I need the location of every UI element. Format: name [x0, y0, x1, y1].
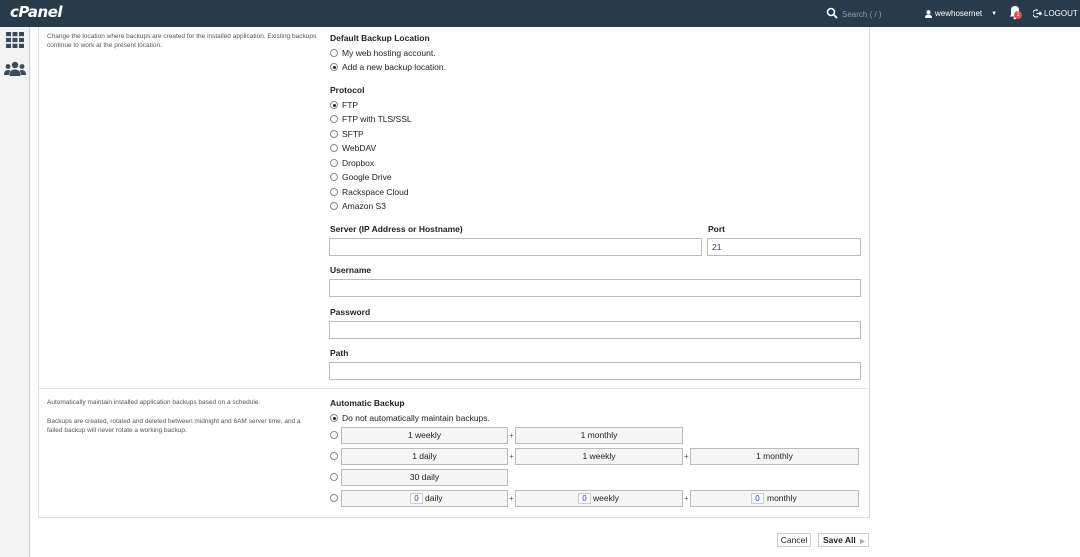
plus-sign: +: [509, 494, 514, 503]
save-all-button[interactable]: Save All ▶: [818, 533, 869, 547]
radio-button[interactable]: [330, 63, 338, 71]
radio-button[interactable]: [330, 130, 338, 138]
plan-2-daily: 1 daily: [341, 448, 508, 465]
path-label: Path: [330, 348, 349, 358]
chevron-down-icon: ▼: [991, 10, 998, 17]
user-icon: [925, 9, 932, 18]
radio-button[interactable]: [330, 101, 338, 109]
cpanel-logo[interactable]: cPanel: [10, 3, 63, 21]
radio-add-new-location[interactable]: Add a new backup location.: [330, 62, 446, 72]
radio-protocol-google-drive[interactable]: Google Drive: [330, 172, 392, 182]
port-input[interactable]: [707, 238, 861, 256]
custom-monthly-input[interactable]: [751, 493, 764, 504]
radio-protocol-amazon-s3[interactable]: Amazon S3: [330, 201, 386, 211]
plus-sign: +: [509, 452, 514, 461]
automatic-backup-description: Automatically maintain installed applica…: [47, 399, 261, 406]
radio-protocol-webdav[interactable]: WebDAV: [330, 143, 376, 153]
radio-button[interactable]: [330, 414, 338, 422]
plan-3-daily: 30 daily: [341, 469, 508, 486]
radio-plan-30-daily[interactable]: [330, 473, 338, 481]
plus-sign: +: [684, 494, 689, 503]
custom-daily-box: daily: [341, 490, 508, 507]
password-input[interactable]: [329, 321, 861, 339]
radio-plan-weekly-monthly[interactable]: [330, 431, 338, 439]
grid-icon[interactable]: [6, 32, 24, 48]
backup-settings-card: Change the location where backups are cr…: [38, 27, 870, 518]
custom-weekly-label: weekly: [593, 493, 619, 503]
user-menu[interactable]: wewhosernet ▼: [925, 9, 997, 18]
sidebar: [0, 27, 30, 557]
radio-protocol-rackspace[interactable]: Rackspace Cloud: [330, 187, 409, 197]
radio-button[interactable]: [330, 159, 338, 167]
automatic-backup-heading: Automatic Backup: [330, 398, 405, 408]
port-label: Port: [708, 224, 725, 234]
custom-daily-input[interactable]: [410, 493, 423, 504]
radio-button[interactable]: [330, 144, 338, 152]
custom-daily-label: daily: [425, 493, 443, 503]
username-input[interactable]: [329, 279, 861, 297]
custom-monthly-label: monthly: [767, 493, 797, 503]
main-content: Change the location where backups are cr…: [31, 27, 1080, 557]
logout-icon: [1033, 9, 1042, 18]
custom-weekly-box: weekly: [515, 490, 683, 507]
radio-my-hosting-account[interactable]: My web hosting account.: [330, 48, 436, 58]
top-navigation-bar: cPanel wewhosernet ▼ 1 LOGOUT: [0, 0, 1080, 27]
radio-button[interactable]: [330, 115, 338, 123]
plus-sign: +: [684, 452, 689, 461]
server-label: Server (IP Address or Hostname): [330, 224, 463, 234]
custom-weekly-input[interactable]: [578, 493, 591, 504]
plan-2-weekly: 1 weekly: [515, 448, 683, 465]
custom-monthly-box: monthly: [690, 490, 859, 507]
radio-button[interactable]: [330, 188, 338, 196]
radio-protocol-ftp[interactable]: FTP: [330, 100, 358, 110]
radio-protocol-dropbox[interactable]: Dropbox: [330, 158, 374, 168]
server-input[interactable]: [329, 238, 702, 256]
path-input[interactable]: [329, 362, 861, 380]
cancel-button[interactable]: Cancel: [777, 533, 811, 547]
protocol-heading: Protocol: [330, 85, 365, 95]
username-label: Username: [330, 265, 372, 275]
notification-badge: 1: [1014, 11, 1022, 19]
search-icon[interactable]: [826, 7, 838, 19]
radio-protocol-sftp[interactable]: SFTP: [330, 129, 364, 139]
plus-sign: +: [509, 431, 514, 440]
password-label: Password: [330, 307, 371, 317]
arrow-right-icon: ▶: [860, 539, 865, 545]
logout-button[interactable]: LOGOUT: [1033, 9, 1078, 18]
radio-button[interactable]: [330, 49, 338, 57]
default-backup-location-heading: Default Backup Location: [330, 33, 430, 43]
radio-protocol-ftp-tls[interactable]: FTP with TLS/SSL: [330, 114, 412, 124]
backup-location-description: Change the location where backups are cr…: [47, 33, 317, 49]
radio-button[interactable]: [330, 202, 338, 210]
plan-1-weekly: 1 weekly: [341, 427, 508, 444]
radio-plan-custom[interactable]: [330, 494, 338, 502]
plan-2-monthly: 1 monthly: [690, 448, 859, 465]
automatic-backup-note: Backups are created, rotated and deleted…: [47, 418, 301, 434]
search-input[interactable]: [842, 8, 912, 20]
username-label: wewhosernet: [935, 9, 983, 18]
plan-1-monthly: 1 monthly: [515, 427, 683, 444]
radio-no-auto-backup[interactable]: Do not automatically maintain backups.: [330, 413, 490, 423]
save-all-label: Save All: [823, 535, 856, 545]
logout-label: LOGOUT: [1044, 9, 1078, 18]
section-divider: [39, 388, 869, 389]
radio-plan-daily-weekly-monthly[interactable]: [330, 452, 338, 460]
radio-button[interactable]: [330, 173, 338, 181]
users-icon[interactable]: [4, 61, 26, 77]
